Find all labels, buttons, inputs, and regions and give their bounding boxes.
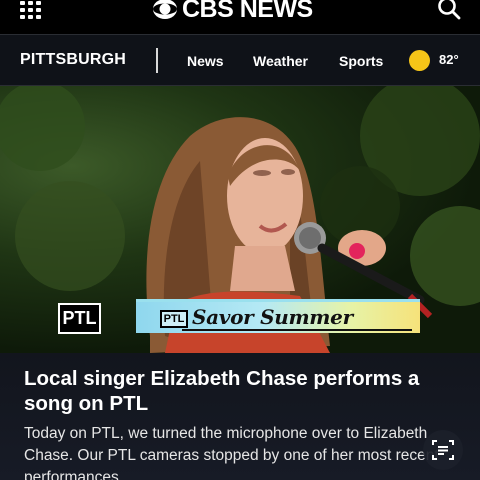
- ptl-bug: PTL: [58, 303, 101, 334]
- cbs-news-logo[interactable]: CBS NEWS: [152, 0, 313, 23]
- article-summary: Today on PTL, we turned the microphone o…: [24, 425, 439, 480]
- search-icon[interactable]: [436, 0, 462, 22]
- article-headline[interactable]: Local singer Elizabeth Chase performs a …: [24, 366, 464, 416]
- lower-third-title: Savor Summer: [192, 305, 353, 329]
- transcript-button[interactable]: [423, 430, 463, 470]
- top-bar: CBS NEWS: [0, 0, 480, 34]
- nav-divider: [156, 48, 158, 73]
- nav-weather[interactable]: Weather: [253, 53, 308, 69]
- sun-icon[interactable]: [409, 50, 430, 71]
- city-label[interactable]: PITTSBURGH: [20, 51, 126, 69]
- nav-news[interactable]: News: [187, 53, 224, 69]
- lower-third-badge: PTL: [160, 310, 188, 328]
- local-nav: PITTSBURGH News Weather Sports 82°: [0, 34, 480, 86]
- article-card: Local singer Elizabeth Chase performs a …: [0, 353, 480, 480]
- brand-text: CBS NEWS: [182, 0, 313, 23]
- nav-sports[interactable]: Sports: [339, 53, 383, 69]
- video-player[interactable]: PTL PTL Savor Summer: [0, 86, 480, 353]
- temperature[interactable]: 82°: [439, 52, 459, 67]
- lower-third-swoosh: [182, 329, 412, 331]
- grid-menu-icon[interactable]: [20, 0, 42, 19]
- lower-third-banner: PTL Savor Summer: [136, 299, 420, 333]
- transcript-icon: [432, 440, 454, 460]
- cbs-eye-icon: [153, 0, 177, 19]
